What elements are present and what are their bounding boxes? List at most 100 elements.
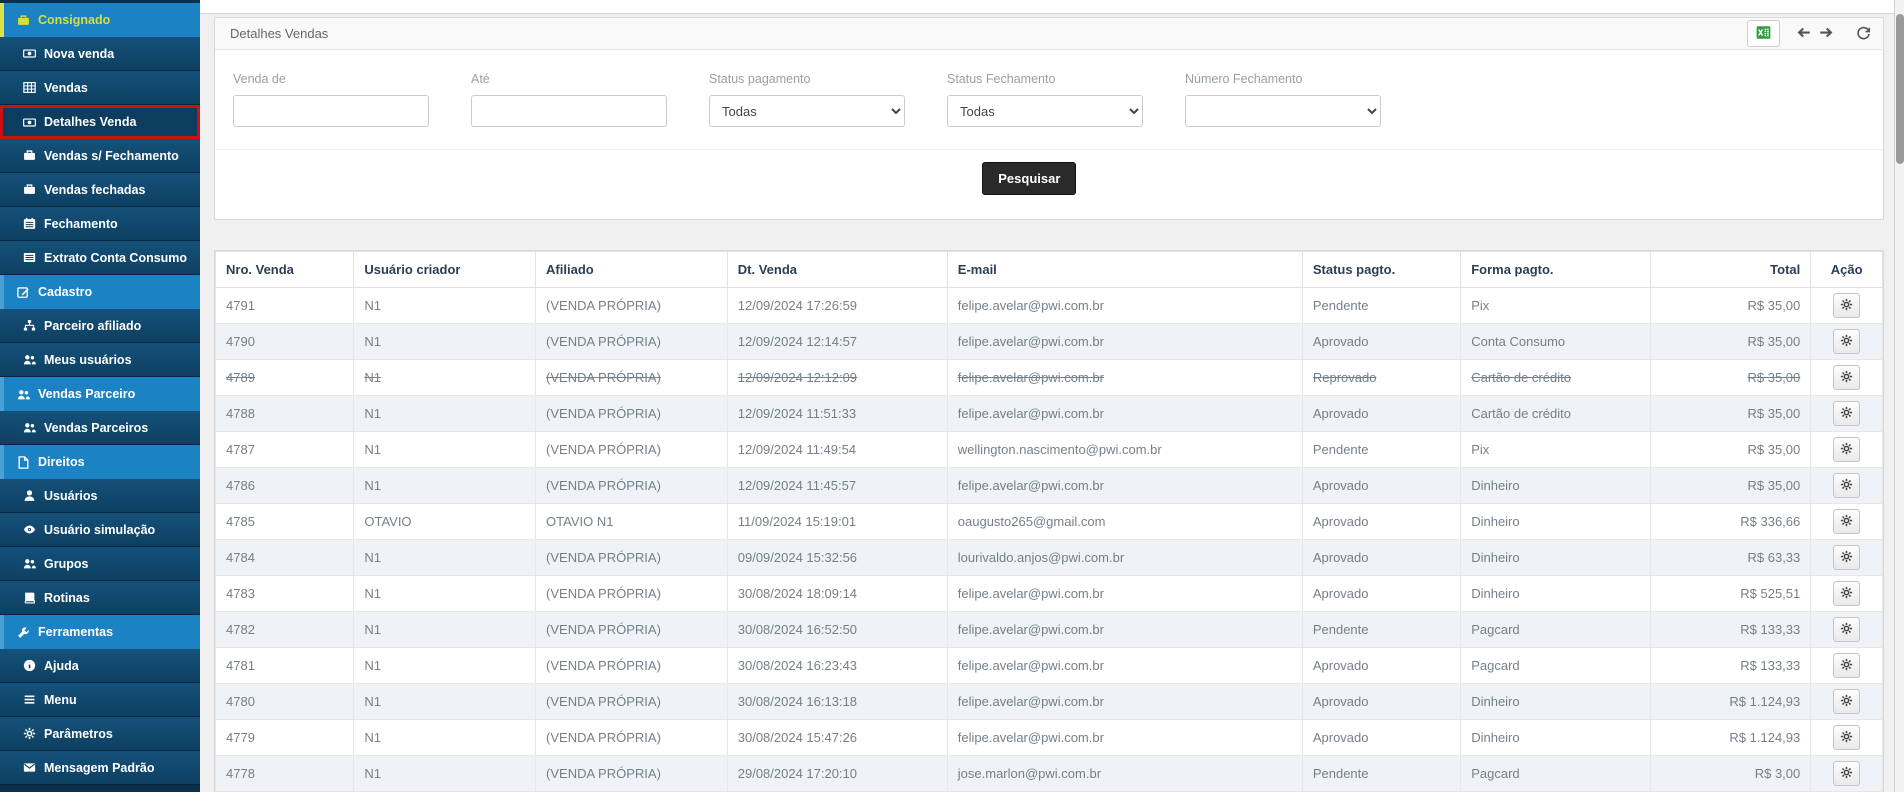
sidebar-item-label: Ajuda: [44, 659, 79, 673]
page-scrollbar[interactable]: [1894, 0, 1904, 792]
cell-dt-venda: 12/09/2024 12:12:09: [727, 360, 947, 396]
cell-usuario: N1: [354, 756, 536, 792]
filter-group: Até: [471, 72, 667, 127]
cell-email: felipe.avelar@pwi.com.br: [947, 684, 1302, 720]
sidebar-item[interactable]: Parceiro afiliado: [0, 309, 200, 343]
filter-select[interactable]: [1185, 95, 1381, 127]
sidebar-item[interactable]: Meus usuários: [0, 343, 200, 377]
cell-forma: Cartão de crédito: [1461, 396, 1651, 432]
sidebar-item[interactable]: Nova venda: [0, 37, 200, 71]
row-action-button[interactable]: [1833, 761, 1860, 786]
cell-afiliado: (VENDA PRÓPRIA): [536, 756, 728, 792]
sidebar-item[interactable]: Vendas Parceiro: [0, 377, 200, 411]
filter-input[interactable]: [471, 95, 667, 127]
sidebar-item[interactable]: Detalhes Venda: [0, 105, 200, 139]
cell-usuario: N1: [354, 684, 536, 720]
gear-icon: [1840, 622, 1853, 638]
row-action-button[interactable]: [1833, 293, 1860, 318]
cell-forma: Cartão de crédito: [1461, 360, 1651, 396]
filters-panel: Detalhes Vendas: [214, 17, 1884, 220]
users-icon: [22, 421, 36, 434]
cell-status: Aprovado: [1302, 576, 1460, 612]
sidebar-item-label: Usuário simulação: [44, 523, 155, 537]
sidebar-item[interactable]: Cadastro: [0, 275, 200, 309]
sidebar-item-label: Grupos: [44, 557, 88, 571]
cell-dt-venda: 09/09/2024 15:32:56: [727, 540, 947, 576]
excel-icon: [1756, 25, 1771, 43]
row-action-button[interactable]: [1833, 689, 1860, 714]
row-action-button[interactable]: [1833, 725, 1860, 750]
filter-select[interactable]: Todas: [709, 95, 905, 127]
cell-forma: Pix: [1461, 288, 1651, 324]
search-button[interactable]: Pesquisar: [982, 162, 1076, 195]
user-icon: [22, 489, 36, 502]
sidebar-item[interactable]: Ferramentas: [0, 615, 200, 649]
sidebar-item[interactable]: Vendas Parceiros: [0, 411, 200, 445]
filter-input[interactable]: [233, 95, 429, 127]
cell-nro-venda: 4780: [216, 684, 354, 720]
sidebar-item[interactable]: Usuário simulação: [0, 513, 200, 547]
row-action-button[interactable]: [1833, 581, 1860, 606]
gear-icon: [1840, 550, 1853, 566]
cell-dt-venda: 12/09/2024 17:26:59: [727, 288, 947, 324]
refresh-button[interactable]: [1856, 25, 1871, 43]
cell-nro-venda: 4791: [216, 288, 354, 324]
cell-dt-venda: 30/08/2024 15:47:26: [727, 720, 947, 756]
row-action-button[interactable]: [1833, 653, 1860, 678]
sidebar-item[interactable]: Menu: [0, 683, 200, 717]
cell-email: wellington.nascimento@pwi.com.br: [947, 432, 1302, 468]
sidebar-item-label: Detalhes Venda: [44, 115, 136, 129]
sidebar-item[interactable]: Vendas: [0, 71, 200, 105]
bars-icon: [22, 693, 36, 706]
sidebar-item[interactable]: Vendas fechadas: [0, 173, 200, 207]
row-action-button[interactable]: [1833, 329, 1860, 354]
sidebar-item[interactable]: Rotinas: [0, 581, 200, 615]
edit-icon: [16, 286, 30, 299]
list-icon: [22, 251, 36, 264]
cell-dt-venda: 30/08/2024 16:52:50: [727, 612, 947, 648]
row-action-button[interactable]: [1833, 545, 1860, 570]
cell-email: felipe.avelar@pwi.com.br: [947, 720, 1302, 756]
row-action-button[interactable]: [1833, 473, 1860, 498]
row-action-button[interactable]: [1833, 365, 1860, 390]
sidebar-item-label: Vendas Parceiro: [38, 387, 135, 401]
panel-toolbar: [1747, 20, 1875, 47]
cell-afiliado: (VENDA PRÓPRIA): [536, 432, 728, 468]
row-action-button[interactable]: [1833, 401, 1860, 426]
cell-forma: Dinheiro: [1461, 504, 1651, 540]
cell-forma: Pagcard: [1461, 756, 1651, 792]
filter-select[interactable]: Todas: [947, 95, 1143, 127]
row-action-button[interactable]: [1833, 509, 1860, 534]
users-icon: [16, 388, 30, 401]
sidebar-item[interactable]: Consignado: [0, 3, 200, 37]
row-action-button[interactable]: [1833, 617, 1860, 642]
sidebar-item[interactable]: Usuários: [0, 479, 200, 513]
filter-label: Até: [471, 72, 667, 86]
gear-icon: [1840, 406, 1853, 422]
sidebar-item-label: Extrato Conta Consumo: [44, 251, 187, 265]
row-action-button[interactable]: [1833, 437, 1860, 462]
cell-status: Aprovado: [1302, 648, 1460, 684]
sidebar-item[interactable]: Mensagem Padrão: [0, 751, 200, 785]
sidebar-item[interactable]: Vendas s/ Fechamento: [0, 139, 200, 173]
nav-back-button[interactable]: [1796, 25, 1811, 43]
cell-usuario: N1: [354, 324, 536, 360]
cell-total: R$ 336,66: [1651, 504, 1811, 540]
sidebar-item[interactable]: Direitos: [0, 445, 200, 479]
sidebar-item[interactable]: Parâmetros: [0, 717, 200, 751]
cell-email: felipe.avelar@pwi.com.br: [947, 468, 1302, 504]
sidebar-item[interactable]: Extrato Conta Consumo: [0, 241, 200, 275]
sidebar-item[interactable]: Grupos: [0, 547, 200, 581]
cell-usuario: OTAVIO: [354, 504, 536, 540]
export-excel-button[interactable]: [1747, 20, 1780, 47]
nav-forward-button[interactable]: [1819, 25, 1834, 43]
scrollbar-thumb[interactable]: [1896, 14, 1904, 164]
sidebar-item[interactable]: Fechamento: [0, 207, 200, 241]
sidebar-item[interactable]: Ajuda: [0, 649, 200, 683]
cell-afiliado: (VENDA PRÓPRIA): [536, 684, 728, 720]
table-icon: [22, 81, 36, 94]
envelope-icon: [22, 761, 36, 774]
column-header: Nro. Venda: [216, 252, 354, 288]
filter-label: Status Fechamento: [947, 72, 1143, 86]
cell-status: Aprovado: [1302, 540, 1460, 576]
